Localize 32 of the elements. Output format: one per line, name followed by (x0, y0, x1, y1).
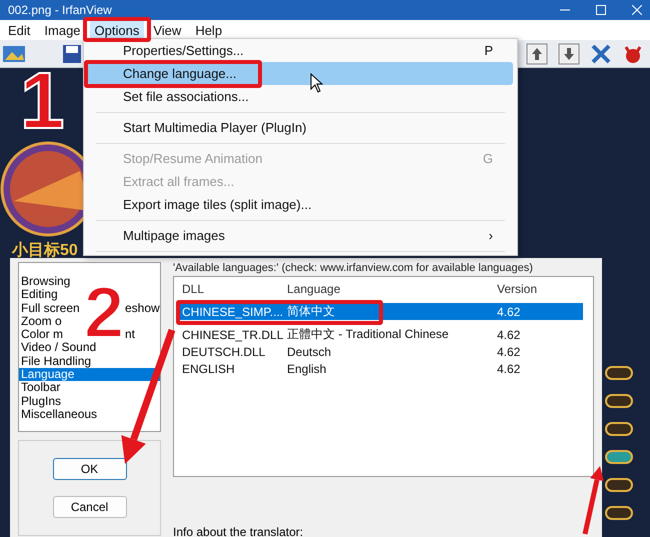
window-title: 002.png - IrfanView (8, 3, 112, 17)
menu-option[interactable]: Set file associations... (88, 85, 513, 108)
menu-item[interactable]: Edit (3, 20, 36, 40)
category-item[interactable]: Browsing (19, 275, 125, 288)
step-number: 1 (20, 71, 64, 130)
info-label: Info about the translator: (173, 525, 304, 537)
menu-option[interactable]: Export image tiles (split image)... (88, 193, 513, 216)
table-row[interactable]: DEUTSCH.DLL Deutsch 4.62 (178, 343, 583, 360)
menu-option[interactable]: Change language... (88, 62, 513, 85)
category-item[interactable]: Miscellaneous (19, 408, 125, 422)
category-item[interactable]: nt (125, 328, 160, 342)
menu-option[interactable]: Start Multimedia Player (PlugIn) (88, 116, 513, 139)
category-item[interactable]: Toolbar (19, 381, 125, 395)
ok-button[interactable]: OK (52, 458, 126, 480)
column-header[interactable]: Version (493, 282, 538, 296)
image-caption: 小目标50 (12, 240, 78, 261)
category-item[interactable]: Video / Sound (19, 341, 125, 355)
category-item[interactable]: eshow (125, 302, 160, 315)
table-row[interactable]: CHINESE_TR.DLL 正體中文 - Traditional Chinese 4.62 (178, 326, 583, 343)
column-header[interactable]: DLL (178, 282, 204, 296)
category-item[interactable]: File Handling (19, 354, 125, 368)
table-row[interactable]: ENGLISH English 4.62 (178, 360, 583, 377)
menu-item[interactable]: Image (39, 20, 86, 40)
menu-item[interactable]: View (148, 20, 186, 40)
cancel-button[interactable]: Cancel (52, 496, 126, 518)
category-item[interactable]: Language (19, 368, 160, 382)
table-row[interactable]: CHINESE_SIMP.... 简体中文 4.62 (178, 303, 583, 320)
menu-option[interactable]: Multipage images › (88, 224, 513, 247)
languages-label: 'Available languages:' (check: www.irfanview.com for available languages) (173, 262, 534, 274)
category-item[interactable]: PlugIns (19, 394, 125, 408)
column-header[interactable]: Language (283, 282, 340, 296)
menu-item[interactable]: Help (190, 20, 228, 40)
